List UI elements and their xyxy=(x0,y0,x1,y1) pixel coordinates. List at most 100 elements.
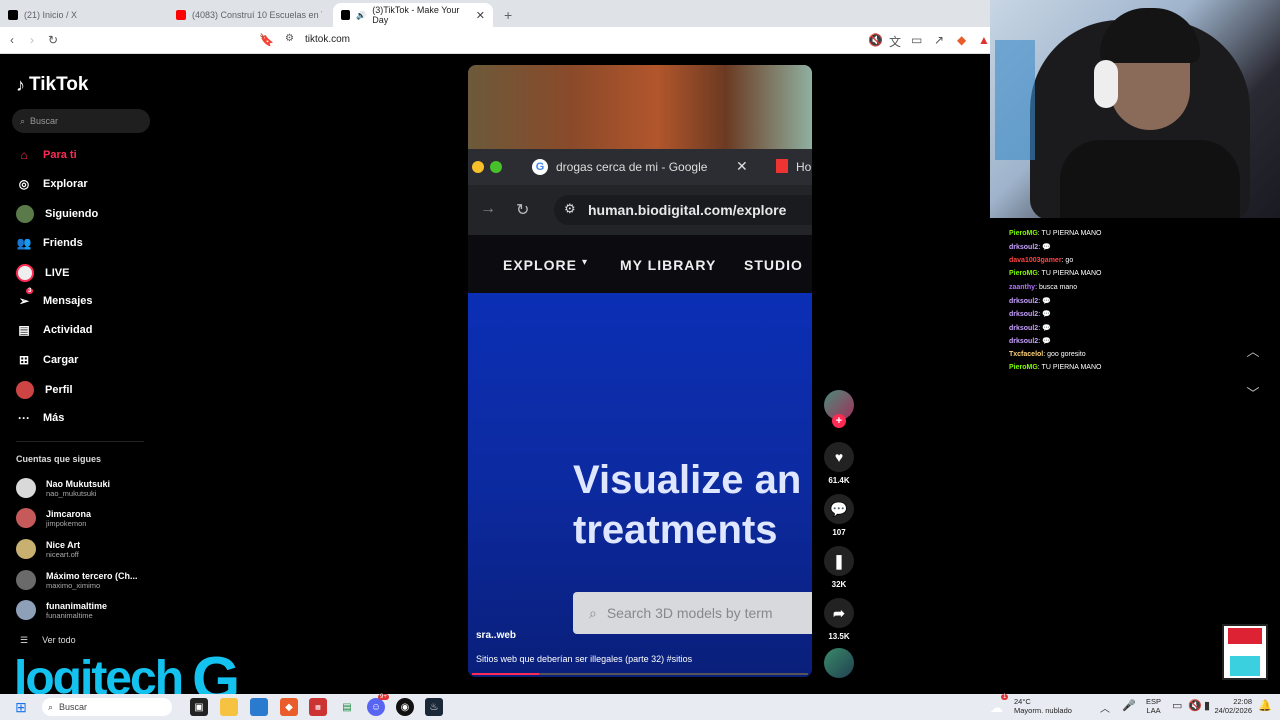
headline-line: Visualize an xyxy=(573,458,802,502)
chat-username[interactable]: PieroMG xyxy=(1009,270,1038,277)
followed-account[interactable]: funanimaltime funanimaltime xyxy=(16,600,107,620)
chat-username[interactable]: drksoul2 xyxy=(1009,338,1038,345)
tab-x[interactable]: (21) Inicio / X xyxy=(0,3,168,27)
headline-line: treatments xyxy=(573,508,778,552)
rewards-icon[interactable]: ▲ xyxy=(978,33,990,47)
chat-username[interactable]: PieroMG xyxy=(1009,364,1038,371)
chat-username[interactable]: dava1003gamer xyxy=(1009,257,1062,264)
chevron-down-icon[interactable]: ﹀ xyxy=(1243,382,1263,402)
see-all-link[interactable]: ☰ Ver todo xyxy=(20,635,76,646)
nav-live[interactable]: LIVE xyxy=(16,264,69,282)
chat-text: : 💬 xyxy=(1038,298,1051,305)
weather-widget[interactable]: 24°C Mayorm. nublado xyxy=(1014,697,1072,715)
profile-avatar-icon xyxy=(16,381,34,399)
mute-icon[interactable]: 🔇 xyxy=(868,33,883,47)
nav-perfil[interactable]: Perfil xyxy=(16,381,73,399)
steam-icon[interactable]: ♨ xyxy=(425,698,443,716)
chat-message: drksoul2: 💬 xyxy=(1009,297,1051,305)
site-info-icon[interactable]: ⚙ xyxy=(285,33,294,44)
reload-icon[interactable]: ↻ xyxy=(48,33,58,47)
nav-mensajes[interactable]: ➢ 3 Mensajes xyxy=(16,288,93,309)
url-field[interactable]: tiktok.com xyxy=(305,34,350,45)
video-inner-tab-label: drogas cerca de mi - Google xyxy=(556,160,708,174)
video-inner-tab-next: Ho xyxy=(796,160,812,174)
video-author[interactable]: sra..web xyxy=(476,630,516,641)
video-player[interactable]: G drogas cerca de mi - Google ✕ Ho → ↻ ⚙… xyxy=(468,65,812,677)
tab-youtube[interactable]: (4083) Construí 10 Escuelas en Todo xyxy=(168,3,331,27)
taskbar-search[interactable]: ⌕ Buscar xyxy=(42,698,172,716)
chat-text: : 💬 xyxy=(1038,311,1051,319)
avatar xyxy=(16,570,36,590)
weather-icon: ☁ xyxy=(990,700,1003,715)
share-button[interactable]: ➦ 13.5K xyxy=(822,598,856,641)
music-disc-button[interactable] xyxy=(822,648,856,678)
search-icon: ⌕ xyxy=(589,604,597,621)
followed-account[interactable]: Máximo tercero (Ch... maximo_ximimo xyxy=(16,570,138,590)
brave-browser-icon[interactable]: ◆ xyxy=(280,698,298,716)
avatar xyxy=(16,478,36,498)
like-button[interactable]: ♥ 61.4K xyxy=(822,442,856,485)
divider xyxy=(16,441,144,442)
headset xyxy=(1094,60,1118,108)
cast-icon[interactable]: ▭ xyxy=(911,33,922,47)
chat-username[interactable]: Txcfacelol xyxy=(1009,351,1043,358)
nav-mas[interactable]: ··· Más xyxy=(16,410,64,426)
comment-button[interactable]: 💬 107 xyxy=(822,494,856,537)
file-explorer-icon[interactable] xyxy=(220,698,238,716)
new-tab-button[interactable]: + xyxy=(496,3,520,27)
discord-icon[interactable]: ☺ xyxy=(367,698,385,716)
nav-explorar[interactable]: ◎ Explorar xyxy=(16,176,88,192)
chat-message: drksoul2: 💬 xyxy=(1009,243,1051,251)
nav-actividad[interactable]: ▤ Actividad xyxy=(16,322,92,338)
chat-username[interactable]: zaanthy xyxy=(1009,284,1035,291)
followed-account[interactable]: Jimcarona jimpokemon xyxy=(16,508,91,528)
tray-overflow-icon[interactable]: ︿ xyxy=(1100,700,1110,715)
bookmark-icon[interactable]: 🔖 xyxy=(259,33,274,47)
nav-friends[interactable]: 👥 Friends xyxy=(16,235,83,251)
close-tab-icon[interactable]: ✕ xyxy=(476,9,485,22)
followed-account[interactable]: Nao Mukutsuki nao_mukutsuki xyxy=(16,478,110,498)
video-progress-bar[interactable] xyxy=(472,673,808,675)
chat-message: drksoul2: 💬 xyxy=(1009,324,1051,332)
chevron-up-icon[interactable]: ︿ xyxy=(1243,340,1263,360)
tiktok-logo[interactable]: ♪ TikTok xyxy=(16,74,88,96)
microphone-icon[interactable]: 🎤 xyxy=(1122,699,1136,712)
task-view-icon[interactable]: ▣ xyxy=(190,698,208,716)
chat-username[interactable]: drksoul2 xyxy=(1009,325,1038,332)
speaker-icon: 🔊 xyxy=(356,10,367,20)
chat-username[interactable]: drksoul2 xyxy=(1009,244,1038,251)
app-icon[interactable]: ▦ xyxy=(309,698,327,716)
save-button[interactable]: ❚ 32K xyxy=(822,546,856,589)
app-icon[interactable] xyxy=(250,698,268,716)
volume-icon[interactable]: 🔇 xyxy=(1188,699,1202,712)
language-indicator[interactable]: ESP LAA xyxy=(1146,697,1161,715)
search-input[interactable]: ⌕ Buscar xyxy=(12,109,150,133)
back-icon[interactable]: ‹ xyxy=(10,33,14,47)
obs-icon[interactable]: ◉ xyxy=(396,698,414,716)
followed-account[interactable]: Nice Art niceart.off xyxy=(16,539,80,559)
windows-start-icon[interactable]: ⊞ xyxy=(12,698,30,716)
nav-cargar[interactable]: ⊞ Cargar xyxy=(16,352,79,368)
green-dot-icon xyxy=(490,161,502,173)
video-inner-url-field: ⚙ human.biodigital.com/explore xyxy=(554,195,812,225)
network-icon[interactable]: ▭ xyxy=(1172,699,1182,712)
follow-plus-icon[interactable]: + xyxy=(832,414,846,428)
bookmark-icon: ❚ xyxy=(824,546,854,576)
notification-bell-icon[interactable]: 🔔 xyxy=(1258,699,1272,712)
tab-tiktok[interactable]: 🔊 (3)TikTok - Make Your Day ✕ xyxy=(333,3,493,27)
forward-icon: → xyxy=(480,200,496,217)
chat-username[interactable]: drksoul2 xyxy=(1009,298,1038,305)
translate-icon[interactable]: 文 xyxy=(889,33,901,50)
forward-icon[interactable]: › xyxy=(30,33,34,47)
chat-text: : goo goresito xyxy=(1043,350,1086,358)
nav-siguiendo[interactable]: Siguiendo xyxy=(16,205,98,223)
share-icon[interactable]: ↗ xyxy=(934,33,944,47)
activity-icon: ▤ xyxy=(18,323,30,337)
chat-username[interactable]: PieroMG xyxy=(1009,230,1038,237)
chat-username[interactable]: drksoul2 xyxy=(1009,311,1038,318)
brave-shield-icon[interactable]: ◆ xyxy=(957,33,966,47)
clock[interactable]: 22:08 24/02/2026 xyxy=(1210,697,1252,715)
app-icon[interactable]: ▤ xyxy=(338,698,356,716)
creator-avatar-button[interactable]: + xyxy=(822,390,856,428)
nav-para-ti[interactable]: ⌂ Para ti xyxy=(16,147,76,163)
